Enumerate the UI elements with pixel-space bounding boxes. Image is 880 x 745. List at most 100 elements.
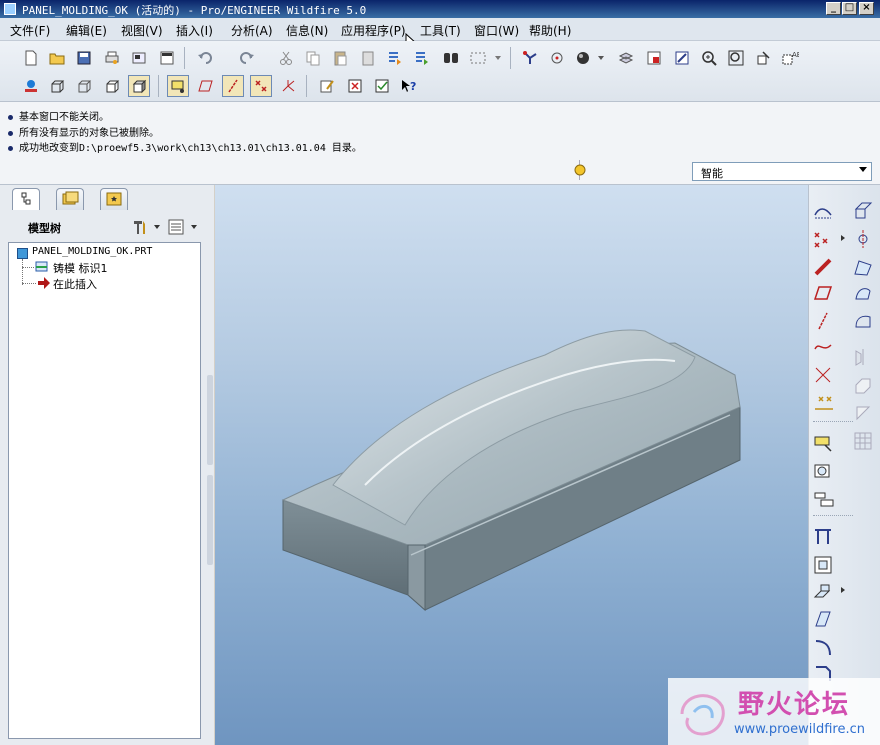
plane-tag-icon[interactable]	[195, 75, 217, 97]
menu-info[interactable]: 信息(N)	[286, 22, 328, 39]
paste-special-icon[interactable]	[357, 47, 379, 69]
menu-bar: 文件(F) 编辑(E) 视图(V) 插入(I) 分析(A) 信息(N) 应用程序…	[0, 18, 880, 41]
status-lamp-icon[interactable]	[573, 160, 587, 180]
minimize-button[interactable]: _	[826, 2, 841, 15]
insert-here-arrow-icon	[38, 277, 50, 289]
graphics-window[interactable]	[215, 185, 808, 745]
close-window-icon[interactable]	[344, 75, 366, 97]
wireframe-icon[interactable]	[46, 75, 68, 97]
shell-icon[interactable]	[813, 555, 833, 575]
shading-icon[interactable]	[128, 75, 150, 97]
datum-axis-icon[interactable]	[853, 229, 873, 249]
datum-point-icon[interactable]	[813, 229, 847, 249]
menu-tools[interactable]: 工具(T)	[420, 22, 461, 39]
spin-center-icon[interactable]	[546, 47, 568, 69]
window-title: PANEL_MOLDING_OK (活动的) - Pro/ENGINEER Wi…	[22, 4, 367, 17]
shading-sphere-icon[interactable]	[574, 47, 610, 69]
mirror-icon[interactable]	[853, 347, 873, 367]
curve-tool-icon[interactable]	[813, 337, 833, 357]
menu-file[interactable]: 文件(F)	[10, 22, 50, 39]
undo-icon[interactable]	[195, 47, 217, 69]
no-hidden-icon[interactable]	[101, 75, 123, 97]
new-file-icon[interactable]	[20, 47, 42, 69]
model-display-icon[interactable]	[20, 75, 42, 97]
extrude-icon[interactable]	[813, 257, 833, 277]
tree-settings-icon[interactable]	[130, 217, 162, 237]
plane-tool-icon[interactable]	[813, 283, 833, 303]
send-mail-icon[interactable]	[128, 47, 150, 69]
regenerate-icon[interactable]	[384, 47, 406, 69]
axis-tool-icon[interactable]	[813, 311, 833, 331]
cut-icon[interactable]	[275, 47, 297, 69]
menu-analysis[interactable]: 分析(A)	[231, 22, 273, 39]
tree-item-insert-here[interactable]: 在此插入	[53, 276, 97, 292]
sweep-icon[interactable]	[853, 283, 873, 303]
menu-edit[interactable]: 编辑(E)	[66, 22, 107, 39]
menu-help[interactable]: 帮助(H)	[529, 22, 571, 39]
tree-item-mold-feature[interactable]: 铸模 标识1	[53, 260, 108, 276]
sketch-tool-icon[interactable]	[813, 201, 833, 221]
save-icon[interactable]	[73, 47, 95, 69]
csys-tool-icon[interactable]	[813, 365, 833, 385]
toolbar-separator	[510, 47, 511, 69]
menu-view[interactable]: 视图(V)	[121, 22, 163, 39]
paste-icon[interactable]	[329, 47, 351, 69]
tree-item-part[interactable]: PANEL_MOLDING_OK.PRT	[32, 246, 152, 257]
view-manager-icon[interactable]	[643, 47, 665, 69]
pattern-icon[interactable]	[853, 431, 873, 451]
assembly-icon[interactable]	[813, 489, 837, 509]
menu-applications[interactable]: 应用程序(P)	[341, 22, 406, 39]
datum-plane-icon[interactable]	[853, 201, 873, 221]
trim-icon[interactable]	[853, 403, 873, 423]
show-filter-icon[interactable]	[167, 217, 201, 237]
hidden-line-icon[interactable]	[73, 75, 95, 97]
refit-icon[interactable]	[752, 47, 774, 69]
panel-splitter-handle[interactable]	[207, 475, 213, 565]
zoom-in-icon[interactable]	[698, 47, 720, 69]
zoom-out-icon[interactable]	[725, 47, 747, 69]
panel-splitter-handle[interactable]	[207, 375, 213, 465]
window-icon[interactable]	[156, 47, 178, 69]
accept-window-icon[interactable]	[371, 75, 393, 97]
copy-icon[interactable]	[302, 47, 324, 69]
tab-model-tree[interactable]	[12, 188, 40, 210]
menu-insert[interactable]: 插入(I)	[176, 22, 213, 39]
selection-filter-dropdown[interactable]: 智能	[692, 162, 872, 181]
point-display-icon[interactable]	[250, 75, 272, 97]
saved-views-icon[interactable]: AB	[779, 47, 801, 69]
round-icon[interactable]	[813, 637, 833, 657]
draft-icon[interactable]	[813, 609, 833, 629]
find-binoculars-icon[interactable]	[440, 47, 462, 69]
maximize-button[interactable]: □	[842, 2, 857, 15]
workpiece-icon[interactable]	[813, 461, 837, 481]
bullet-icon	[8, 114, 13, 120]
blend-icon[interactable]	[853, 311, 873, 331]
watermark-url: www.proewildfire.cn	[734, 722, 865, 737]
close-button[interactable]: ×	[859, 2, 874, 15]
shrinkage-icon[interactable]	[813, 527, 833, 547]
tab-folder-browser[interactable]	[56, 188, 84, 210]
toolbar-divider	[813, 421, 853, 422]
rib-icon[interactable]	[813, 581, 847, 601]
menu-window[interactable]: 窗口(W)	[474, 22, 519, 39]
regenerate-manager-icon[interactable]	[411, 47, 433, 69]
analysis-feature-icon[interactable]	[813, 393, 837, 413]
open-folder-icon[interactable]	[46, 47, 68, 69]
part-icon	[17, 248, 28, 259]
axis-display-icon[interactable]	[222, 75, 244, 97]
annotation-icon[interactable]	[316, 75, 338, 97]
datum-planes-icon[interactable]	[519, 47, 541, 69]
print-icon[interactable]	[101, 47, 123, 69]
csys-display-icon[interactable]	[277, 75, 299, 97]
layers-icon[interactable]	[615, 47, 637, 69]
select-box-icon[interactable]	[467, 47, 505, 69]
tab-favorites[interactable]	[100, 188, 128, 210]
redo-icon[interactable]	[235, 47, 257, 69]
app-icon	[4, 3, 16, 15]
plane-display-icon[interactable]	[167, 75, 189, 97]
context-help-icon[interactable]: ?	[398, 75, 420, 97]
refpart-icon[interactable]	[813, 433, 837, 453]
revolve-icon[interactable]	[853, 257, 873, 277]
merge-icon[interactable]	[853, 375, 873, 395]
repaint-icon[interactable]	[671, 47, 693, 69]
